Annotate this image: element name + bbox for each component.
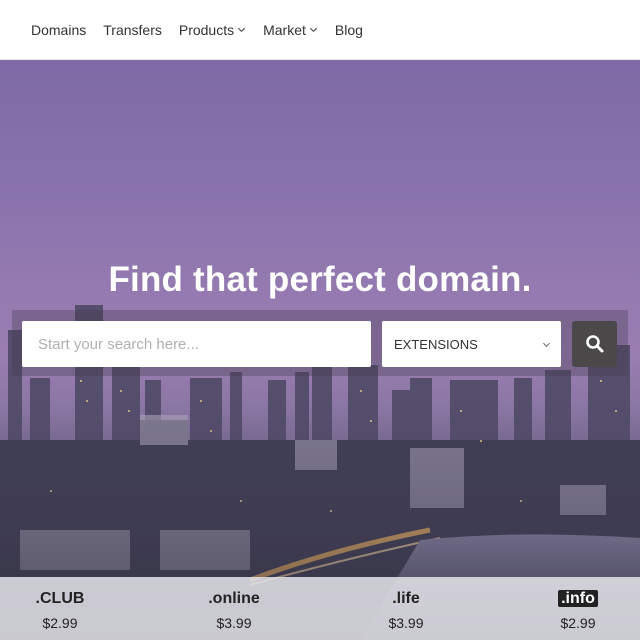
info-badge: .info — [558, 590, 598, 607]
tld-price-strip: .CLUB $2.99 .online $3.99 .life $3.99 .i… — [0, 577, 640, 640]
tld-price: $2.99 — [42, 615, 78, 631]
chevron-down-icon — [309, 27, 317, 33]
tld-name: .life — [392, 590, 420, 607]
nav-label-transfers: Transfers — [103, 21, 162, 38]
nav-label-blog: Blog — [334, 21, 363, 38]
nav-item-transfers[interactable]: Transfers — [103, 22, 162, 38]
extensions-dropdown[interactable]: EXTENSIONS — [382, 321, 561, 367]
nav-item-products[interactable]: Products — [179, 22, 246, 38]
tld-item-info[interactable]: .info $2.99 — [518, 577, 638, 640]
search-input[interactable] — [22, 321, 371, 367]
chevron-down-icon — [542, 342, 551, 348]
tld-item-online[interactable]: .online $3.99 — [174, 577, 294, 640]
nav-item-market[interactable]: Market — [263, 22, 318, 38]
tld-price: $3.99 — [216, 615, 252, 631]
hero-headline: Find that perfect domain. — [108, 260, 532, 299]
nav-label-domains: Domains — [31, 21, 87, 38]
top-navigation: Domains Transfers Products Market Blog — [0, 0, 640, 60]
nav-label-products: Products — [178, 21, 235, 38]
nav-item-domains[interactable]: Domains — [31, 22, 86, 38]
tld-name: .online — [208, 590, 260, 607]
tld-name: .info — [518, 590, 638, 608]
tld-price: $2.99 — [560, 615, 596, 631]
nav-label-market: Market — [263, 21, 306, 38]
tld-name: .CLUB — [35, 590, 85, 607]
extensions-label: EXTENSIONS — [394, 336, 478, 352]
tld-item-club[interactable]: .CLUB $2.99 — [0, 577, 120, 640]
search-icon — [585, 335, 603, 353]
search-button[interactable] — [572, 321, 617, 367]
nav-item-blog[interactable]: Blog — [335, 22, 363, 38]
tld-price: $3.99 — [388, 615, 424, 631]
tld-item-life[interactable]: .life $3.99 — [346, 577, 466, 640]
chevron-down-icon — [238, 27, 246, 33]
